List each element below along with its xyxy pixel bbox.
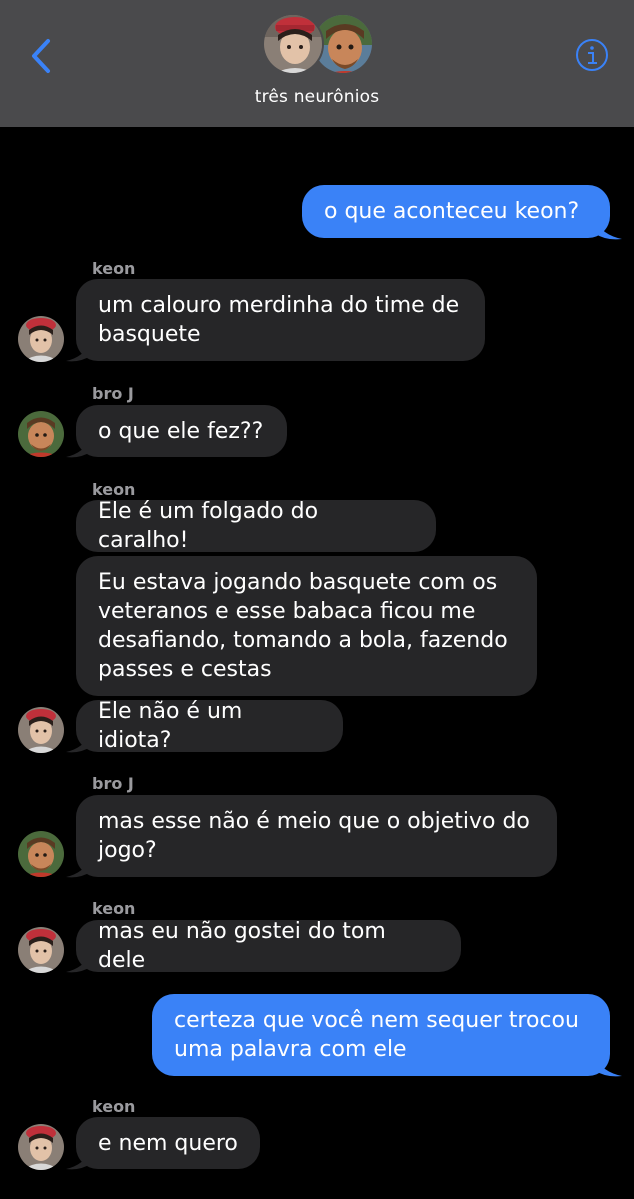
message-text: Eu estava jogando basquete com os vetera…: [98, 570, 508, 682]
sender-name: keon: [92, 259, 136, 278]
avatar-keon[interactable]: [18, 707, 64, 753]
sender-name: bro J: [92, 384, 134, 403]
sender-name: keon: [92, 899, 136, 918]
incoming-message[interactable]: Ele é um folgado do caralho!: [76, 499, 436, 553]
sender-name: keon: [92, 1097, 136, 1116]
message-text: um calouro merdinha do time de basquete: [98, 293, 460, 347]
back-button[interactable]: [26, 36, 56, 76]
message-list[interactable]: o que aconteceu keon? keon um calouro me…: [0, 127, 634, 1199]
chevron-left-icon: [32, 39, 50, 73]
bubble-tail: [66, 952, 92, 973]
avatar-bro-j[interactable]: [18, 831, 64, 877]
bubble-tail: [66, 857, 92, 878]
group-name[interactable]: três neurônios: [0, 87, 634, 107]
incoming-message[interactable]: Eu estava jogando basquete com os vetera…: [76, 556, 537, 696]
avatar-bro-j[interactable]: [18, 411, 64, 457]
message-text: Ele não é um idiota?: [98, 699, 250, 753]
avatar-keon[interactable]: [18, 316, 64, 362]
group-avatars[interactable]: [262, 13, 374, 77]
info-icon: [576, 39, 608, 71]
outgoing-message[interactable]: o que aconteceu keon?: [302, 185, 610, 238]
info-button[interactable]: [575, 38, 609, 72]
outgoing-message[interactable]: certeza que você nem sequer trocou uma p…: [152, 994, 610, 1076]
message-text: o que ele fez??: [98, 418, 264, 444]
message-text: e nem quero: [98, 1130, 238, 1156]
bubble-tail: [594, 219, 622, 240]
avatar-keon: [262, 13, 324, 75]
incoming-message[interactable]: Ele não é um idiota?: [76, 699, 343, 753]
bubble-tail: [594, 1056, 622, 1077]
message-text: mas eu não gostei do tom dele: [98, 919, 393, 973]
avatar-keon[interactable]: [18, 927, 64, 973]
incoming-message[interactable]: o que ele fez??: [76, 405, 287, 457]
bubble-tail: [66, 1149, 92, 1170]
incoming-message[interactable]: e nem quero: [76, 1117, 260, 1169]
message-text: certeza que você nem sequer trocou uma p…: [174, 1008, 579, 1062]
message-text: mas esse não é meio que o objetivo do jo…: [98, 809, 530, 863]
bubble-tail: [66, 732, 92, 753]
conversation-header: três neurônios: [0, 0, 634, 127]
bubble-tail: [66, 341, 92, 362]
sender-name: bro J: [92, 774, 134, 793]
avatar-keon[interactable]: [18, 1124, 64, 1170]
incoming-message[interactable]: mas esse não é meio que o objetivo do jo…: [76, 795, 557, 877]
message-text: o que aconteceu keon?: [324, 199, 580, 224]
bubble-tail: [66, 437, 92, 458]
message-text: Ele é um folgado do caralho!: [98, 499, 326, 553]
incoming-message[interactable]: mas eu não gostei do tom dele: [76, 919, 461, 973]
incoming-message[interactable]: um calouro merdinha do time de basquete: [76, 279, 485, 361]
